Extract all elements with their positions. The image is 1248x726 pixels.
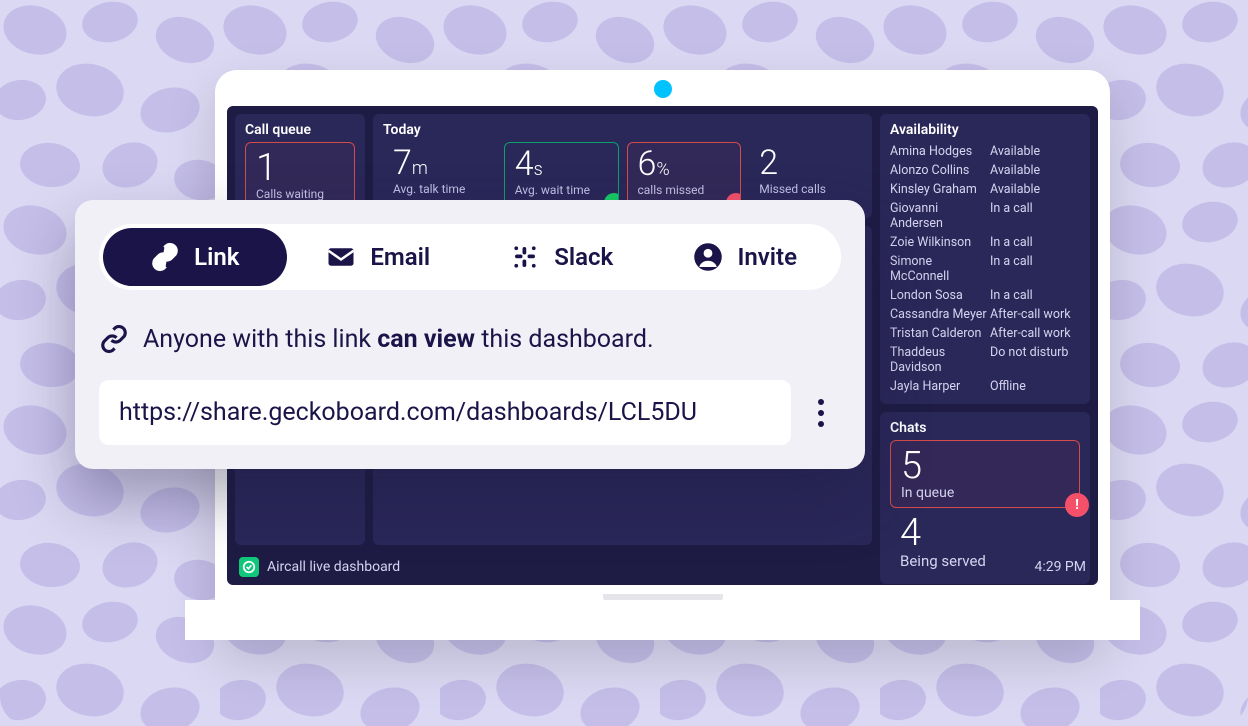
link-icon	[150, 242, 180, 272]
agent-status: Available	[990, 144, 1080, 159]
share-desc-post: this dashboard.	[475, 325, 654, 354]
agent-name: Thaddeus Davidson	[890, 345, 990, 375]
agent-name: Cassandra Meyer	[890, 307, 990, 322]
tab-email-label: Email	[370, 243, 430, 271]
availability-title: Availability	[890, 122, 1080, 138]
geckoboard-logo-icon	[239, 557, 259, 577]
agent-name: Kinsley Graham	[890, 182, 990, 197]
agent-name: Jayla Harper	[890, 379, 990, 394]
tab-email[interactable]: Email	[287, 228, 471, 286]
availability-row: Jayla HarperOffline	[890, 377, 1080, 396]
availability-row: Simone McConnellIn a call	[890, 252, 1080, 286]
metric-label: calls missed	[638, 183, 731, 197]
share-description: Anyone with this link can view this dash…	[99, 324, 841, 354]
footer-title: Aircall live dashboard	[267, 559, 400, 575]
availability-card: Availability Amina HodgesAvailableAlonzo…	[880, 114, 1090, 404]
agent-status: Available	[990, 182, 1080, 197]
agent-name: Alonzo Collins	[890, 163, 990, 178]
agent-name: Zoie Wilkinson	[890, 235, 990, 250]
metric-box: 2 Missed calls	[749, 142, 862, 206]
availability-row: Cassandra MeyerAfter-call work	[890, 305, 1080, 324]
tab-invite[interactable]: Invite	[654, 228, 838, 286]
availability-row: Giovanni AndersenIn a call	[890, 199, 1080, 233]
chats-served-value: 4	[900, 514, 1070, 552]
agent-status: After-call work	[990, 326, 1080, 341]
metric-label: Missed calls	[759, 182, 852, 196]
availability-row: London SosaIn a call	[890, 286, 1080, 305]
metric-box: 4s Avg. wait time	[504, 142, 619, 206]
availability-row: Amina HodgesAvailable	[890, 142, 1080, 161]
share-url-row	[99, 380, 841, 445]
agent-status: In a call	[990, 201, 1080, 231]
agent-name: Simone McConnell	[890, 254, 990, 284]
agent-status: Available	[990, 163, 1080, 178]
chats-queue-label: In queue	[901, 485, 1069, 501]
share-desc-bold: can view	[377, 325, 475, 354]
agent-status: After-call work	[990, 307, 1080, 322]
alert-icon: !	[1065, 493, 1089, 517]
tab-link-label: Link	[194, 243, 239, 271]
tab-link[interactable]: Link	[103, 228, 287, 286]
agent-name: Giovanni Andersen	[890, 201, 990, 231]
share-tabs: Link Email Slack Invite	[99, 224, 841, 290]
availability-row: Kinsley GrahamAvailable	[890, 180, 1080, 199]
metric-box: 6% calls missed	[627, 142, 742, 206]
footer-bar: Aircall live dashboard 4:29 PM	[235, 553, 1090, 577]
email-icon	[326, 242, 356, 272]
metric-label: Avg. talk time	[393, 182, 486, 196]
call-queue-title: Call queue	[245, 122, 355, 138]
more-options-button[interactable]	[801, 399, 841, 427]
availability-row: Zoie WilkinsonIn a call	[890, 233, 1080, 252]
tab-slack-label: Slack	[554, 243, 613, 271]
agent-name: Amina Hodges	[890, 144, 990, 159]
chats-queue-box: 5 In queue !	[890, 440, 1080, 508]
agent-status: Do not disturb	[990, 345, 1080, 375]
agent-status: In a call	[990, 235, 1080, 250]
metric-value: 4s	[515, 147, 608, 181]
availability-row: Alonzo CollinsAvailable	[890, 161, 1080, 180]
metric-value: 7m	[393, 146, 486, 180]
user-icon	[693, 242, 723, 272]
device-camera	[654, 80, 672, 98]
metric-value: 6%	[638, 147, 731, 181]
agent-status: In a call	[990, 288, 1080, 303]
tab-slack[interactable]: Slack	[470, 228, 654, 286]
call-queue-value: 1	[256, 149, 344, 187]
agent-status: In a call	[990, 254, 1080, 284]
availability-row: Tristan CalderonAfter-call work	[890, 324, 1080, 343]
tab-invite-label: Invite	[737, 243, 797, 271]
agent-name: Tristan Calderon	[890, 326, 990, 341]
device-base	[185, 600, 1140, 640]
footer-time: 4:29 PM	[1034, 559, 1086, 575]
slack-icon	[510, 242, 540, 272]
today-title: Today	[383, 122, 862, 138]
call-queue-label: Calls waiting	[256, 187, 344, 201]
metric-value: 2	[759, 146, 852, 180]
share-desc-pre: Anyone with this link	[143, 325, 377, 354]
chats-title: Chats	[890, 420, 1080, 436]
availability-row: Thaddeus DavidsonDo not disturb	[890, 343, 1080, 377]
agent-status: Offline	[990, 379, 1080, 394]
share-url-input[interactable]	[99, 380, 791, 445]
right-column: Availability Amina HodgesAvailableAlonzo…	[880, 114, 1090, 545]
metric-box: 7m Avg. talk time	[383, 142, 496, 206]
share-popover: Link Email Slack Invite	[75, 200, 865, 469]
chats-queue-value: 5	[901, 447, 1069, 485]
metric-label: Avg. wait time	[515, 183, 608, 197]
link-icon	[99, 324, 129, 354]
agent-name: London Sosa	[890, 288, 990, 303]
